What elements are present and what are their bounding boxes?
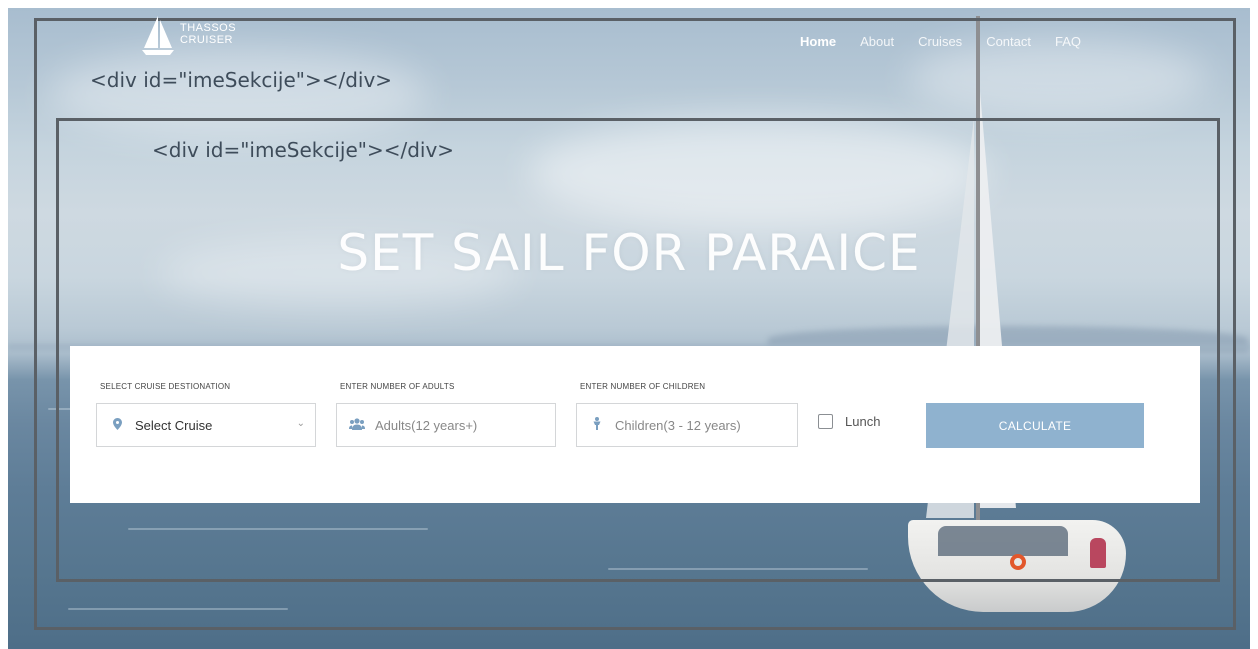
logo-line-2: CRUISER [180, 34, 234, 46]
nav-cruises[interactable]: Cruises [918, 34, 962, 49]
children-placeholder: Children(3 - 12 years) [615, 417, 741, 433]
nav-home[interactable]: Home [800, 34, 836, 49]
logo[interactable]: THASSOS CRUISER [140, 14, 236, 58]
sailboat-icon [142, 16, 174, 55]
header-section-annotation: <div id="imeSekcije"></div> [90, 68, 393, 92]
logo-text: THASSOS CRUISER [180, 22, 236, 46]
main-nav: Home About Cruises Contact FAQ [800, 34, 1105, 49]
adults-placeholder: Adults(12 years+) [375, 417, 478, 433]
children-label: ENTER NUMBER OF CHILDREN [580, 382, 706, 391]
children-input[interactable]: Children(3 - 12 years) [576, 403, 798, 447]
map-pin-icon [109, 417, 125, 433]
users-icon [349, 417, 365, 433]
adults-label: ENTER NUMBER OF ADULTS [340, 382, 455, 391]
calculate-button[interactable]: CALCULATE [926, 403, 1144, 448]
logo-line-1: THASSOS [180, 22, 237, 34]
booking-panel: SELECT CRUISE DESTIONATION ENTER NUMBER … [70, 346, 1200, 503]
lunch-label: Lunch [845, 414, 881, 429]
chevron-down-icon: ⌄ [296, 418, 305, 429]
nav-contact[interactable]: Contact [986, 34, 1031, 49]
adults-input[interactable]: Adults(12 years+) [336, 403, 556, 447]
nav-about[interactable]: About [860, 34, 894, 49]
lunch-option[interactable]: Lunch [818, 414, 880, 429]
child-icon [589, 417, 605, 433]
destination-label: SELECT CRUISE DESTIONATION [100, 382, 231, 391]
hero-section-annotation: <div id="imeSekcije"></div> [152, 138, 455, 162]
lunch-checkbox[interactable] [818, 414, 833, 429]
nav-faq[interactable]: FAQ [1055, 34, 1081, 49]
hero-title: SET SAIL FOR PARAICE [337, 224, 921, 282]
cruise-select[interactable]: Select Cruise ⌄ [96, 403, 316, 447]
cruise-select-value: Select Cruise [135, 417, 213, 433]
